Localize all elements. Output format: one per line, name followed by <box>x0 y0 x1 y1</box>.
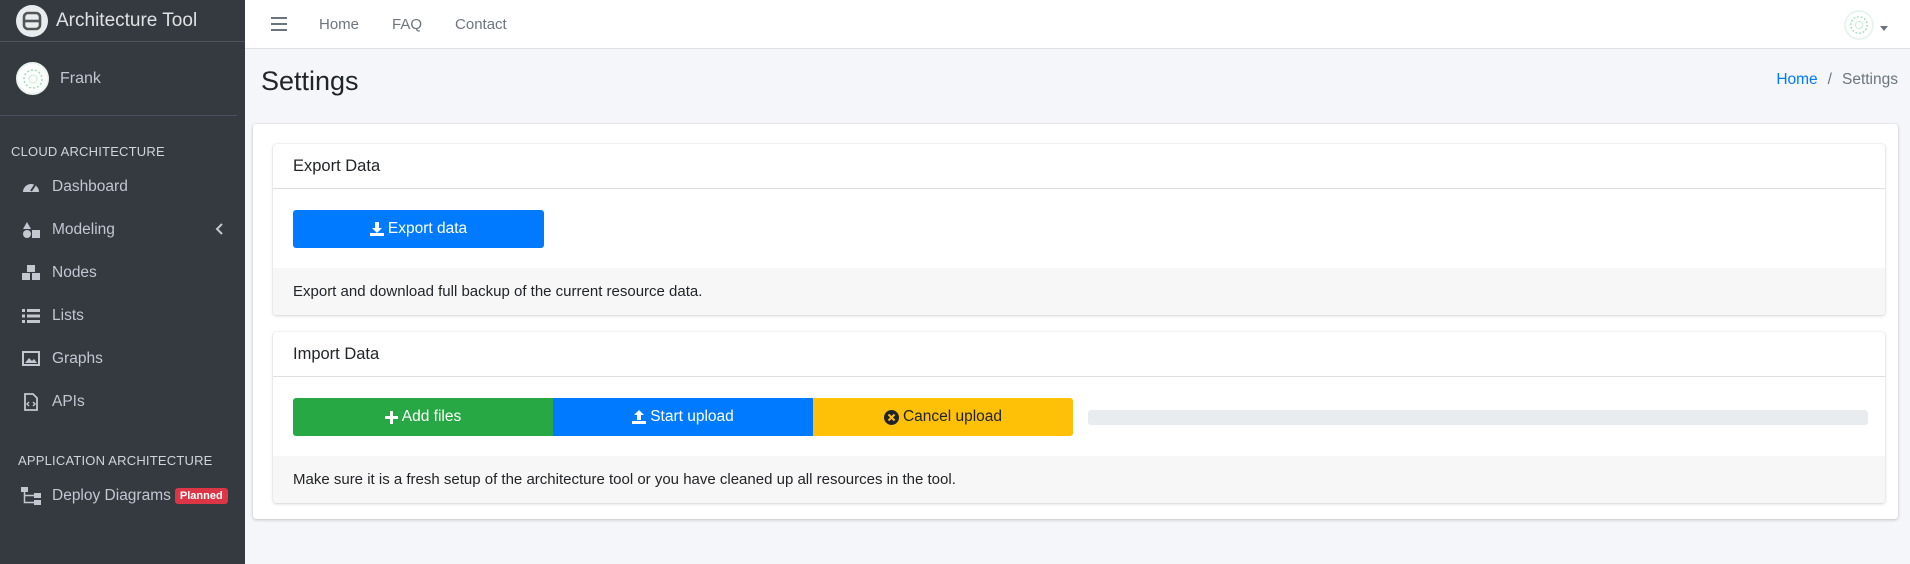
nav-link-contact[interactable]: Contact <box>455 16 507 33</box>
sidebar-item-apis[interactable]: APIs <box>0 380 245 423</box>
settings-panel: Export Data Export data Export and downl… <box>253 124 1898 519</box>
export-card-body: Export data <box>273 189 1885 268</box>
brand-title: Architecture Tool <box>56 9 198 31</box>
sidebar-item-label: Dashboard <box>52 177 128 195</box>
image-icon <box>21 349 41 369</box>
sidebar-item-dashboard[interactable]: Dashboard <box>0 165 245 208</box>
shapes-icon <box>21 220 41 240</box>
import-card-body: Add files Start upload Cancel upload <box>273 377 1885 456</box>
breadcrumb-home-link[interactable]: Home <box>1776 71 1817 89</box>
top-navbar: Home FAQ Contact <box>245 0 1910 49</box>
start-upload-button[interactable]: Start upload <box>553 398 813 436</box>
sidebar-item-deploy-diagrams[interactable]: Deploy Diagrams Planned <box>0 474 245 517</box>
nav-link-home[interactable]: Home <box>319 16 359 33</box>
list-icon <box>21 306 41 326</box>
import-card-footer: Make sure it is a fresh setup of the arc… <box>273 456 1885 503</box>
chevron-left-icon <box>215 222 223 240</box>
caret-down-icon[interactable] <box>1880 18 1888 36</box>
user-panel[interactable]: Frank <box>0 42 237 116</box>
add-files-button[interactable]: Add files <box>293 398 553 436</box>
start-upload-label: Start upload <box>650 408 734 425</box>
sidebar-item-label: Graphs <box>52 349 103 367</box>
sitemap-icon <box>21 486 41 506</box>
cancel-upload-label: Cancel upload <box>902 408 1003 425</box>
import-card-title: Import Data <box>273 332 1885 377</box>
user-name[interactable]: Frank <box>60 70 101 88</box>
download-icon <box>369 222 384 236</box>
sidebar-item-label: Deploy Diagrams <box>52 486 171 504</box>
cubes-icon <box>21 263 41 283</box>
sidebar-item-graphs[interactable]: Graphs <box>0 337 245 380</box>
sidebar: Architecture Tool Frank CLOUD ARCHITECTU… <box>0 0 245 564</box>
sidebar-item-nodes[interactable]: Nodes <box>0 251 245 294</box>
nav-header-cloud: CLOUD ARCHITECTURE <box>11 144 165 159</box>
breadcrumb-current: Settings <box>1841 71 1898 88</box>
nav-link-faq[interactable]: FAQ <box>392 16 422 33</box>
brand-link[interactable]: Architecture Tool <box>0 0 245 42</box>
user-avatar <box>16 62 49 95</box>
sidebar-item-label: Modeling <box>52 220 115 238</box>
add-files-label: Add files <box>401 408 462 425</box>
tachometer-icon <box>21 177 41 197</box>
sidebar-item-label: Lists <box>52 306 84 324</box>
planned-badge: Planned <box>174 487 228 504</box>
plus-icon <box>384 410 398 424</box>
export-card-title: Export Data <box>273 144 1885 189</box>
breadcrumb-separator: / <box>1827 71 1832 88</box>
page-title: Settings <box>261 66 359 96</box>
breadcrumb: Home / Settings <box>1776 71 1898 89</box>
upload-progress-bar <box>1088 410 1868 425</box>
menu-toggle-icon[interactable] <box>269 14 289 34</box>
export-data-button[interactable]: Export data <box>293 210 544 248</box>
nav-list-application: Deploy Diagrams Planned <box>0 474 245 517</box>
file-code-icon <box>21 392 41 412</box>
export-card: Export Data Export data Export and downl… <box>273 144 1885 315</box>
export-card-footer: Export and download full backup of the c… <box>273 268 1885 315</box>
sidebar-item-modeling[interactable]: Modeling <box>0 208 245 251</box>
import-card: Import Data Add files Start upload Cance… <box>273 332 1885 503</box>
upload-icon <box>632 410 647 424</box>
times-circle-icon <box>883 409 899 425</box>
cancel-upload-button[interactable]: Cancel upload <box>813 398 1073 436</box>
sidebar-item-label: Nodes <box>52 263 97 281</box>
nav-list-cloud: Dashboard Modeling Nodes Lists Graphs AP… <box>0 165 245 423</box>
sidebar-item-lists[interactable]: Lists <box>0 294 245 337</box>
sidebar-item-label: APIs <box>52 392 85 410</box>
r-logo-icon <box>16 4 48 37</box>
user-menu-avatar[interactable] <box>1844 10 1874 40</box>
export-data-label: Export data <box>387 220 468 237</box>
nav-header-application: APPLICATION ARCHITECTURE <box>18 453 213 468</box>
